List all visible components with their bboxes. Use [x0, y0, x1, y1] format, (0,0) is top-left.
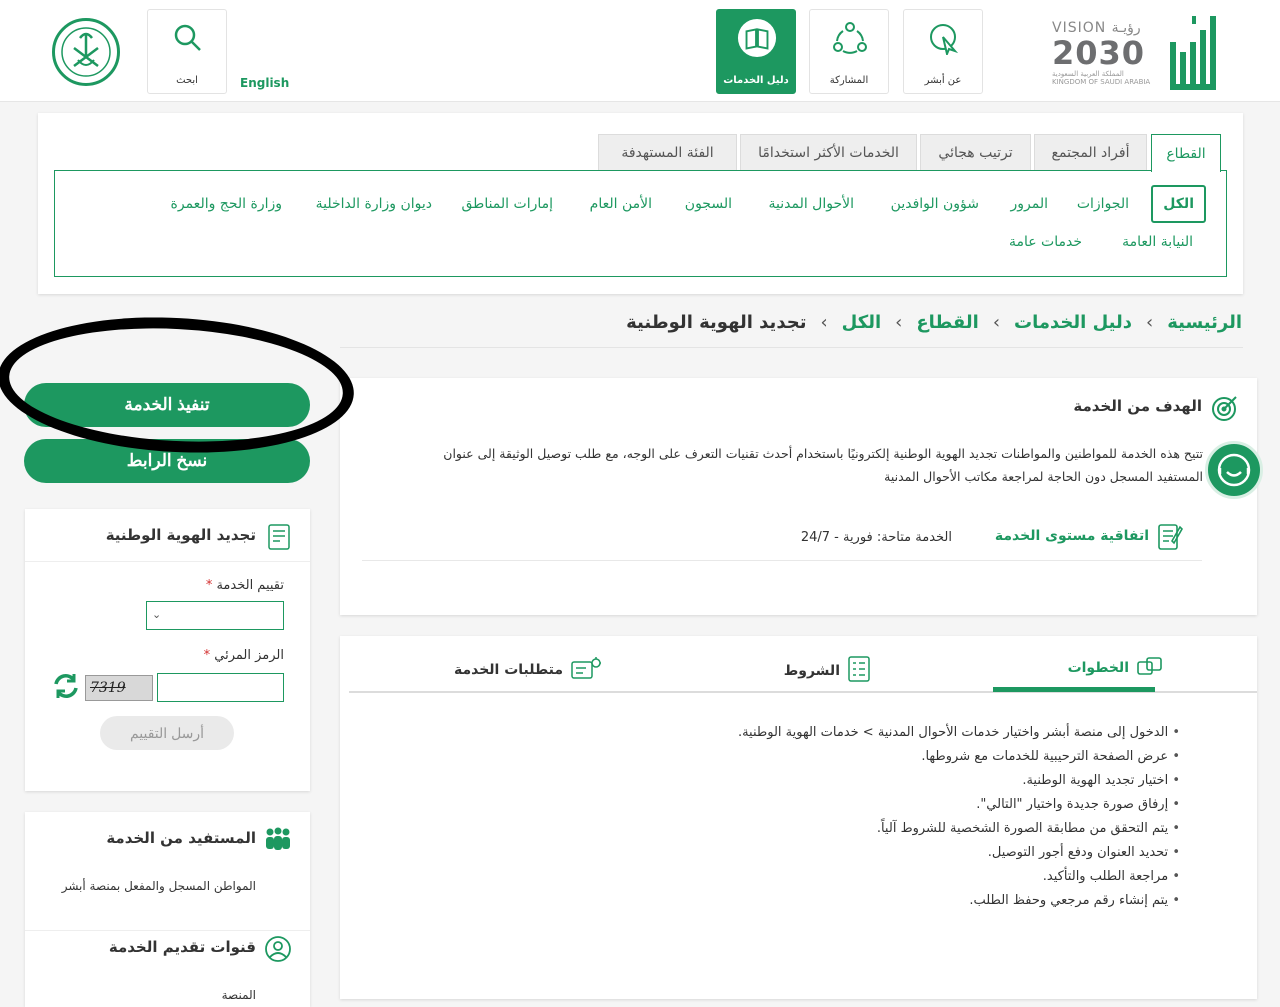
tab-conditions-label: الشروط	[783, 663, 840, 679]
english-link[interactable]: English	[240, 76, 289, 90]
list-item: مراجعة الطلب والتأكيد.	[580, 865, 1180, 889]
book-icon	[737, 18, 777, 58]
breadcrumb-services-guide[interactable]: دليل الخدمات	[1014, 312, 1132, 333]
breadcrumb: الرئيسية › دليل الخدمات › القطاع › الكل …	[626, 312, 1242, 333]
filter-traffic[interactable]: المرور	[1011, 196, 1049, 212]
card-divider	[362, 560, 1202, 561]
goal-title: الهدف من الخدمة	[1073, 397, 1202, 415]
nav-about-absher[interactable]: عن أبشر	[903, 9, 983, 94]
filter-expatriates[interactable]: شؤون الوافدين	[891, 196, 979, 212]
filter-public-security[interactable]: الأمن العام	[590, 196, 652, 212]
tab-requirements[interactable]: متطلبات الخدمة	[454, 656, 601, 684]
tab-sector[interactable]: القطاع	[1151, 134, 1221, 172]
sector-tab-panel	[54, 170, 1227, 277]
breadcrumb-chevron-icon: ›	[820, 312, 828, 333]
chevron-down-icon: ⌄	[152, 608, 162, 621]
channels-title: قنوات تقديم الخدمة	[108, 938, 256, 956]
captcha-image: 7319	[85, 675, 153, 701]
nav-services-guide[interactable]: دليل الخدمات	[716, 9, 796, 94]
checklist-icon	[848, 656, 870, 686]
filter-hajj-umrah[interactable]: وزارة الحج والعمرة	[171, 196, 282, 212]
tab-steps[interactable]: الخطوات	[1068, 656, 1163, 680]
availability-text: الخدمة متاحة: فورية - 24/7	[800, 530, 952, 545]
saudi-emblem-logo[interactable]	[52, 18, 120, 86]
list-item: عرض الصفحة الترحيبية للخدمات مع شروطها.	[580, 745, 1180, 769]
list-item: إرفاق صورة جديدة واختيار "التالي".	[580, 793, 1180, 817]
breadcrumb-current: تجديد الهوية الوطنية	[626, 312, 807, 333]
active-tab-indicator	[993, 687, 1155, 692]
rating-select[interactable]: ⌄	[146, 601, 284, 630]
list-item: تحديد العنوان ودفع أجور التوصيل.	[580, 841, 1180, 865]
refresh-icon[interactable]	[52, 672, 80, 704]
tab-most-used[interactable]: الخدمات الأكثر استخدامًا	[740, 134, 917, 170]
tab-alphabetical[interactable]: ترتيب هجائي	[920, 134, 1031, 170]
captcha-input[interactable]	[157, 673, 284, 702]
list-item: اختيار تجديد الهوية الوطنية.	[580, 769, 1180, 793]
list-item: الدخول إلى منصة أبشر واختيار خدمات الأحو…	[580, 721, 1180, 745]
captcha-text: 7319	[90, 680, 126, 696]
search-button[interactable]: ابحث	[147, 9, 227, 94]
card-divider	[25, 930, 310, 931]
breadcrumb-divider	[340, 347, 1243, 348]
card-divider	[25, 561, 310, 562]
steps-list: الدخول إلى منصة أبشر واختيار خدمات الأحو…	[580, 721, 1180, 913]
filter-civil-affairs[interactable]: الأحوال المدنية	[769, 196, 855, 212]
breadcrumb-chevron-icon: ›	[895, 312, 903, 333]
breadcrumb-chevron-icon: ›	[992, 312, 1001, 333]
breadcrumb-sector[interactable]: القطاع	[916, 312, 978, 333]
tab-conditions[interactable]: الشروط	[784, 656, 870, 686]
list-item: يتم إنشاء رقم مرجعي وحفظ الطلب.	[580, 889, 1180, 913]
tab-community[interactable]: أفراد المجتمع	[1034, 134, 1147, 170]
search-label: ابحث	[176, 75, 198, 86]
captcha-label: الرمز المرئي *	[204, 648, 284, 663]
filter-emirates[interactable]: إمارات المناطق	[462, 196, 554, 212]
rating-card-title: تجديد الهوية الوطنية	[105, 526, 256, 544]
nav-services-guide-label: دليل الخدمات	[723, 75, 789, 86]
nav-participation[interactable]: المشاركة	[809, 9, 889, 94]
tab-steps-label: الخطوات	[1067, 660, 1129, 676]
form-icon	[268, 524, 290, 554]
tab-requirements-label: متطلبات الخدمة	[453, 662, 563, 678]
list-item: يتم التحقق من مطابقة الصورة الشخصية للشر…	[580, 817, 1180, 841]
goal-description-line1: تتيح هذه الخدمة للمواطنين والمواطنات تجد…	[443, 446, 1203, 461]
people-icon	[264, 827, 292, 857]
community-icon	[830, 18, 870, 58]
beneficiary-title: المستفيد من الخدمة	[106, 829, 256, 847]
breadcrumb-chevron-icon: ›	[1145, 312, 1154, 333]
rating-label: تقييم الخدمة *	[206, 578, 284, 593]
search-icon	[168, 18, 208, 58]
channels-icon	[264, 935, 292, 969]
goal-description-line2: المستفيد المسجل دون الحاجة لمراجعة مكاتب…	[884, 469, 1203, 484]
absher-logo[interactable]	[1164, 12, 1222, 92]
requirements-icon	[571, 656, 601, 684]
vision-2030-logo: VISION رؤيـة 2030 المملكة العربية السعود…	[1052, 20, 1156, 92]
filter-moi-diwan[interactable]: ديوان وزارة الداخلية	[316, 196, 432, 212]
document-icon	[1158, 521, 1184, 555]
rating-label-text: تقييم الخدمة	[216, 578, 284, 593]
breadcrumb-all[interactable]: الكل	[842, 312, 881, 333]
send-rating-button[interactable]: أرسل التقييم	[100, 716, 234, 750]
pointer-icon	[924, 18, 964, 58]
tab-target-group[interactable]: الفئة المستهدفة	[598, 134, 737, 170]
captcha-label-text: الرمز المرئي	[214, 648, 284, 663]
chat-support-icon[interactable]	[1205, 441, 1263, 499]
filter-all[interactable]: الكل	[1151, 185, 1206, 223]
nav-participation-label: المشاركة	[829, 75, 869, 86]
filter-general-services[interactable]: خدمات عامة	[1009, 234, 1082, 250]
filter-public-prosecution[interactable]: النيابة العامة	[1122, 234, 1193, 250]
filter-prisons[interactable]: السجون	[685, 196, 732, 212]
breadcrumb-home[interactable]: الرئيسية	[1167, 312, 1242, 333]
filter-passports[interactable]: الجوازات	[1077, 196, 1129, 212]
nav-about-label: عن أبشر	[924, 75, 962, 86]
target-icon	[1211, 394, 1239, 426]
vision-country: المملكة العربية السعودية KINGDOM OF SAUD…	[1052, 70, 1151, 86]
required-mark: *	[203, 648, 211, 663]
beneficiary-text: المواطن المسجل والمفعل بمنصة أبشر	[61, 879, 256, 893]
channels-text: المنصة	[221, 988, 256, 1002]
sla-link[interactable]: اتفاقية مستوى الخدمة	[995, 528, 1149, 544]
vision-year: 2030	[1052, 34, 1146, 72]
required-mark: *	[205, 578, 213, 593]
steps-icon	[1137, 656, 1163, 680]
